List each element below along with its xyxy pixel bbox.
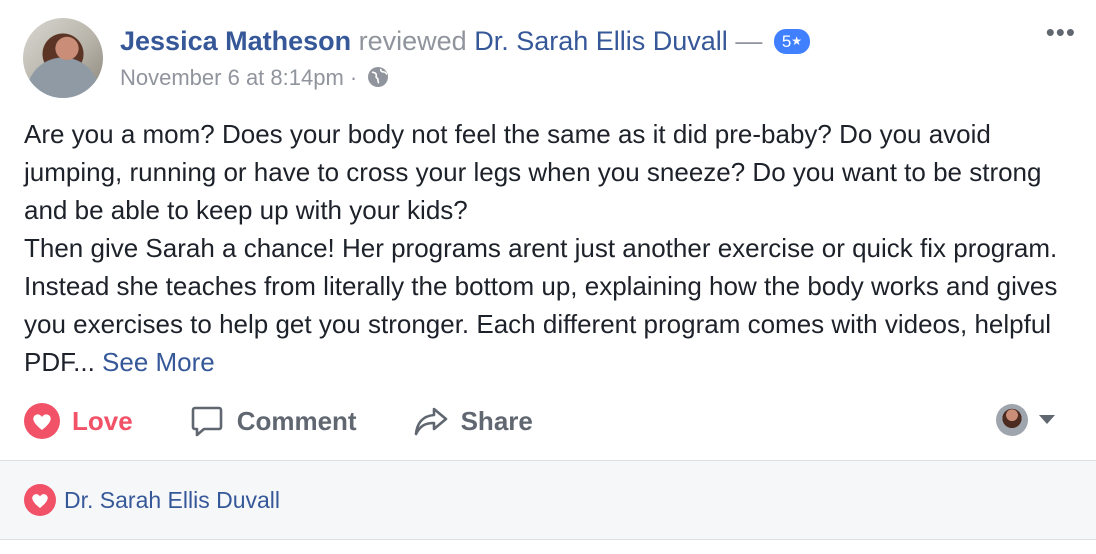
love-button[interactable]: Love	[24, 403, 133, 439]
post-as-selector[interactable]	[996, 404, 1056, 436]
comment-icon	[191, 406, 222, 437]
post-date-link[interactable]: November 6 at 8:14pm	[120, 65, 344, 90]
author-name-link[interactable]: Jessica Matheson	[120, 26, 351, 56]
love-reaction-icon	[24, 484, 56, 516]
see-more-link[interactable]: See More	[102, 347, 215, 377]
share-icon	[414, 407, 447, 436]
review-target-link[interactable]: Dr. Sarah Ellis Duvall	[474, 26, 728, 56]
rating-badge: 5★	[773, 29, 811, 54]
post-paragraph-1: Are you a mom? Does your body not feel t…	[24, 119, 1042, 225]
action-text: reviewed	[358, 26, 467, 56]
post-meta: November 6 at 8:14pm ·	[120, 63, 389, 96]
rating-value: 5	[781, 32, 792, 51]
meta-separator: ·	[349, 65, 358, 90]
comment-button[interactable]: Comment	[189, 403, 357, 439]
viewer-avatar	[996, 404, 1028, 436]
more-options-button[interactable]: •••	[1046, 19, 1076, 45]
post-header: Jessica Matheson reviewed Dr. Sarah Elli…	[120, 24, 811, 58]
chevron-down-icon	[1039, 415, 1055, 424]
heart-icon	[24, 403, 60, 439]
love-label: Love	[72, 405, 133, 436]
share-button[interactable]: Share	[413, 403, 533, 439]
action-bar: Love Comment Share	[24, 400, 589, 442]
share-label: Share	[460, 405, 533, 436]
dash: —	[735, 26, 763, 56]
star-icon: ★	[791, 34, 803, 48]
comment-label: Comment	[236, 405, 357, 436]
post-paragraph-2: Then give Sarah a chance! Her programs a…	[24, 229, 1074, 381]
divider-bottom	[0, 539, 1096, 540]
post-body: Are you a mom? Does your body not feel t…	[24, 115, 1074, 381]
reactor-name[interactable]: Dr. Sarah Ellis Duvall	[64, 487, 280, 514]
author-avatar[interactable]	[23, 18, 103, 98]
reactions-summary[interactable]: Dr. Sarah Ellis Duvall	[24, 484, 280, 516]
globe-icon[interactable]	[367, 66, 389, 96]
